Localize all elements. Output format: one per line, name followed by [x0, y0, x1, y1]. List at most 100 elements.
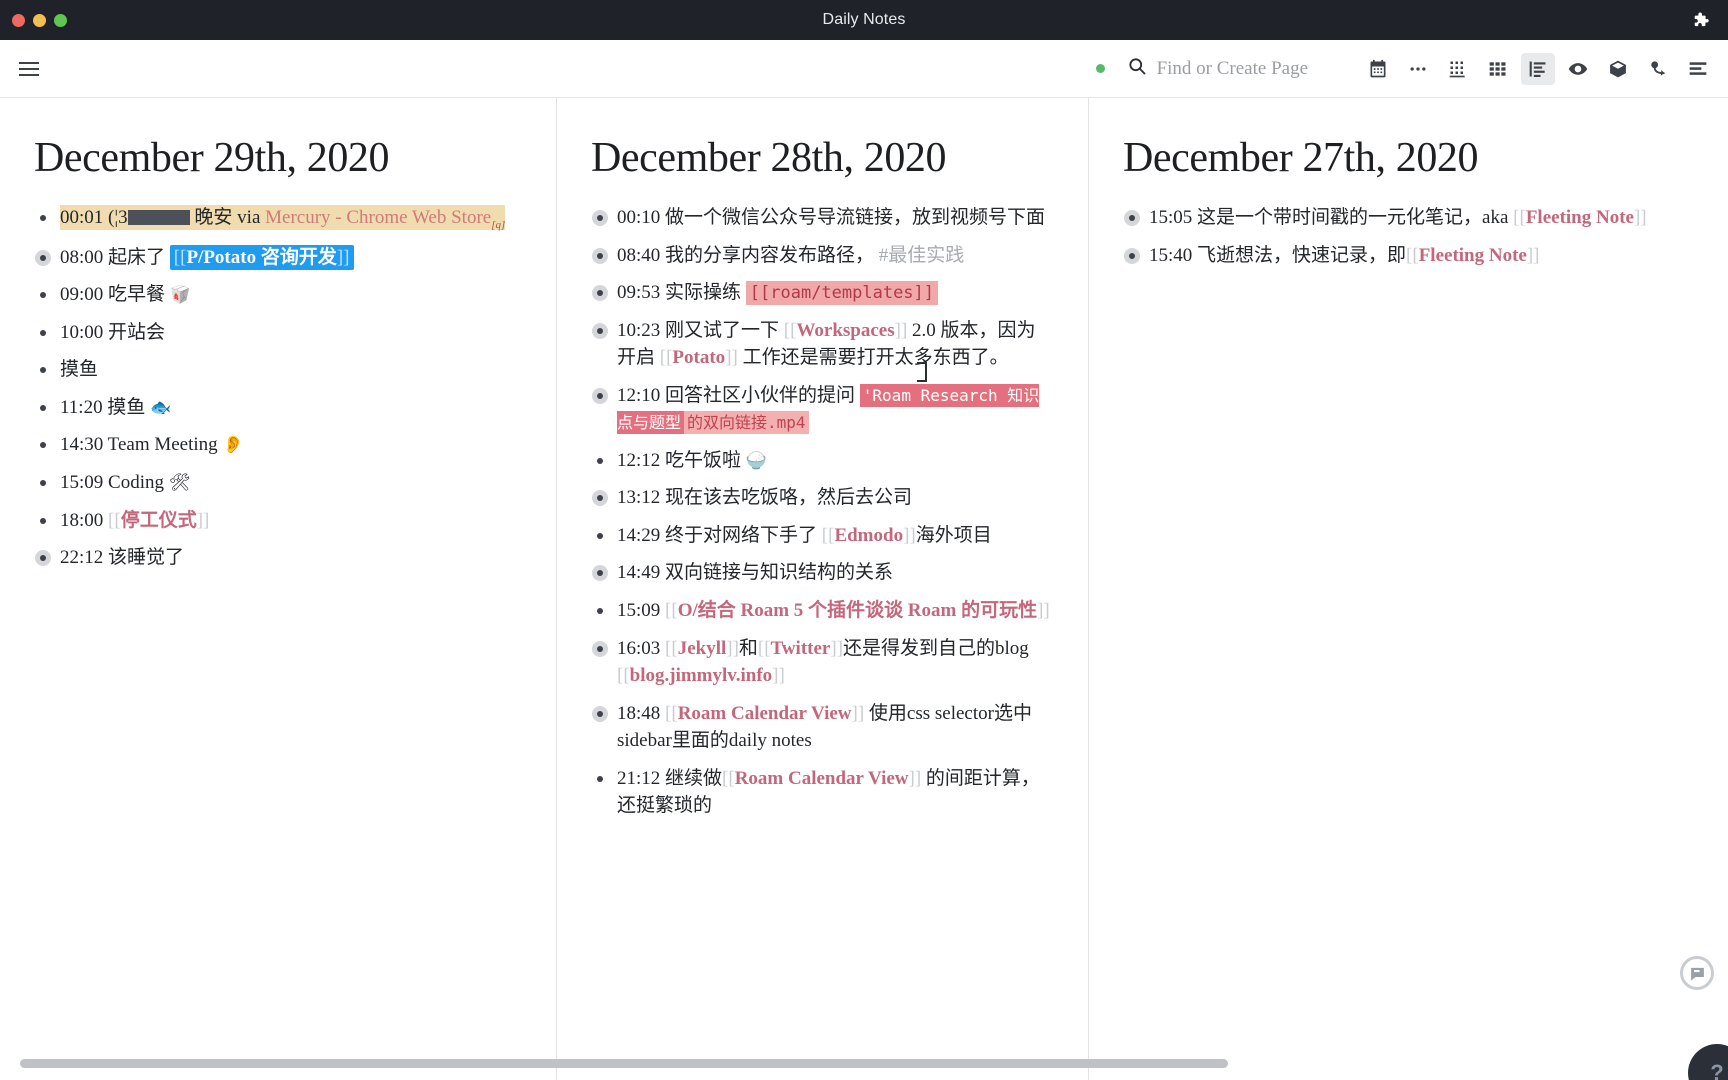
close-window-button[interactable]: [12, 13, 25, 27]
block-content[interactable]: 18:00 [[停工仪式]]: [60, 510, 209, 531]
page-reference-label[interactable]: blog.jimmylv.info: [630, 665, 773, 686]
bullet-collapsed-icon[interactable]: [592, 640, 608, 657]
bullet-icon[interactable]: [40, 442, 46, 449]
block-content[interactable]: 10:23 刚又试了一下 [[Workspaces]] 2.0 版本，因为开启 …: [617, 320, 1036, 369]
page-reference-label[interactable]: Fleeting Note: [1419, 245, 1527, 266]
block-content[interactable]: 21:12 继续做[[Roam Calendar View]] 的间距计算，还挺…: [617, 768, 1040, 817]
block-content[interactable]: 摸鱼: [60, 359, 98, 380]
page-title[interactable]: December 29th, 2020: [34, 134, 522, 182]
bullet-collapsed-icon[interactable]: [592, 387, 608, 404]
page-reference[interactable]: [[Roam Calendar View]]: [665, 703, 864, 724]
page-reference[interactable]: [[Fleeting Note]]: [1406, 245, 1539, 266]
page-reference-selected[interactable]: [[P/Potato 咨询开发]]: [169, 244, 354, 270]
outline-block[interactable]: 10:23 刚又试了一下 [[Workspaces]] 2.0 版本，因为开启 …: [591, 317, 1054, 372]
outline-block[interactable]: 14:49 双向链接与知识结构的关系: [591, 559, 1054, 587]
block-content[interactable]: 09:53 实际操练 [[roam/templates]]: [617, 281, 939, 306]
page-reference-label[interactable]: Fleeting Note: [1526, 207, 1634, 228]
page-reference[interactable]: [[Edmodo]]: [822, 525, 916, 546]
page-reference[interactable]: [[停工仪式]]: [108, 510, 209, 531]
outline-block[interactable]: 09:53 实际操练 [[roam/templates]]: [591, 279, 1054, 307]
outline-block[interactable]: 12:12 吃午饭啦 🍚: [591, 447, 1054, 475]
outline-block[interactable]: 10:00 开站会: [34, 319, 522, 347]
block-content[interactable]: 10:00 开站会: [60, 322, 165, 343]
block-content[interactable]: 12:12 吃午饭啦 🍚: [617, 450, 767, 471]
outline-block[interactable]: 13:12 现在该去吃饭咯，然后去公司: [591, 484, 1054, 512]
bullet-collapsed-icon[interactable]: [35, 249, 51, 266]
block-content[interactable]: 16:03 [[Jekyll]]和[[Twitter]]还是得发到自己的blog…: [617, 638, 1029, 687]
outline-block[interactable]: 18:48 [[Roam Calendar View]] 使用css selec…: [591, 700, 1054, 755]
calendar-icon[interactable]: [1361, 53, 1395, 85]
bullet-collapsed-icon[interactable]: [35, 550, 51, 567]
block-content[interactable]: 08:40 我的分享内容发布路径， #最佳实践: [617, 245, 964, 266]
grid-icon[interactable]: [1481, 53, 1515, 85]
page-reference[interactable]: [[Potato]]: [660, 347, 738, 368]
page-reference[interactable]: [[O/结合 Roam 5 个插件谈谈 Roam 的可玩性]]: [665, 600, 1050, 621]
page-title[interactable]: December 27th, 2020: [1123, 134, 1694, 182]
outline-block[interactable]: 16:03 [[Jekyll]]和[[Twitter]]还是得发到自己的blog…: [591, 635, 1054, 690]
page-reference-label[interactable]: 停工仪式: [121, 510, 197, 531]
path-icon[interactable]: [1641, 53, 1675, 85]
bullet-collapsed-icon[interactable]: [1124, 247, 1140, 264]
page-reference-label[interactable]: Potato: [672, 347, 725, 368]
window-controls[interactable]: [0, 13, 67, 27]
bullet-icon[interactable]: [40, 215, 46, 221]
page-title[interactable]: December 28th, 2020: [591, 134, 1054, 182]
outline-block[interactable]: 21:12 继续做[[Roam Calendar View]] 的间距计算，还挺…: [591, 765, 1054, 820]
outline-block[interactable]: 14:29 终于对网络下手了 [[Edmodo]]海外项目: [591, 522, 1054, 550]
bullet-icon[interactable]: [597, 532, 603, 539]
page-reference-label[interactable]: O/结合 Roam 5 个插件谈谈 Roam 的可玩性: [678, 600, 1037, 621]
inline-code[interactable]: [[roam/templates]]: [745, 281, 939, 306]
emoji-icon[interactable]: 🥡: [170, 285, 191, 305]
hamburger-icon[interactable]: [12, 52, 46, 86]
outline-block[interactable]: 22:12 该睡觉了: [34, 544, 522, 572]
redacted-block[interactable]: [127, 210, 190, 225]
outline-block[interactable]: 18:00 [[停工仪式]]: [34, 507, 522, 535]
page-reference-label[interactable]: Workspaces: [796, 320, 894, 341]
bullet-collapsed-icon[interactable]: [592, 247, 608, 264]
outline-block[interactable]: 15:09 Coding 🛠: [34, 469, 522, 497]
speech-bubble-icon[interactable]: [1680, 956, 1714, 990]
page-reference[interactable]: [[Roam Calendar View]]: [722, 768, 921, 789]
horizontal-scrollbar[interactable]: [20, 1059, 1228, 1068]
bullet-collapsed-icon[interactable]: [592, 490, 608, 507]
dotted-grid-icon[interactable]: [1441, 53, 1475, 85]
bullet-collapsed-icon[interactable]: [1124, 210, 1140, 226]
block-content[interactable]: 14:49 双向链接与知识结构的关系: [617, 562, 893, 583]
bullet-collapsed-icon[interactable]: [592, 705, 608, 722]
block-content[interactable]: 00:10 做一个微信公众号导流链接，放到视频号下面: [617, 207, 1045, 228]
block-content[interactable]: 13:12 现在该去吃饭咯，然后去公司: [617, 487, 912, 508]
block-content[interactable]: 08:00 起床了 [[P/Potato 咨询开发]]: [60, 244, 354, 270]
maximize-window-button[interactable]: [54, 13, 67, 27]
emoji-icon[interactable]: 👂: [222, 435, 243, 455]
outline-block[interactable]: 14:30 Team Meeting 👂: [34, 431, 522, 459]
bullet-icon[interactable]: [40, 404, 46, 411]
bullet-collapsed-icon[interactable]: [592, 285, 608, 302]
outline-block[interactable]: 15:09 [[O/结合 Roam 5 个插件谈谈 Roam 的可玩性]]: [591, 597, 1054, 625]
bullet-icon[interactable]: [597, 457, 603, 464]
search-input[interactable]: Find or Create Page: [1127, 56, 1308, 81]
block-content[interactable]: 22:12 该睡觉了: [60, 547, 184, 568]
page-reference[interactable]: [[Twitter]]: [758, 638, 843, 659]
dots-horizontal-icon[interactable]: [1401, 53, 1435, 85]
page-reference-label[interactable]: Roam Calendar View: [678, 703, 852, 724]
bullet-icon[interactable]: [40, 292, 46, 299]
block-content[interactable]: 12:10 回答社区小伙伴的提问 'Roam Research 知识点与题型 的双…: [617, 383, 1040, 435]
page-reference-label[interactable]: Edmodo: [834, 525, 903, 546]
external-link[interactable]: Mercury - Chrome Web Store: [265, 207, 491, 228]
block-content[interactable]: 14:29 终于对网络下手了 [[Edmodo]]海外项目: [617, 525, 992, 546]
outline-block[interactable]: 00:01 (¦3 晚安 via Mercury - Chrome Web St…: [34, 204, 522, 234]
block-content[interactable]: 15:40 飞逝想法，快速记录，即[[Fleeting Note]]: [1149, 245, 1540, 266]
emoji-icon[interactable]: 🛠: [169, 473, 191, 493]
bullet-collapsed-icon[interactable]: [592, 210, 608, 226]
hashtag[interactable]: #最佳实践: [879, 245, 965, 266]
outline-block[interactable]: 09:00 吃早餐 🥡: [34, 281, 522, 309]
bullet-collapsed-icon[interactable]: [592, 565, 608, 582]
page-reference[interactable]: [[Jekyll]]: [665, 638, 739, 659]
bullet-icon[interactable]: [40, 480, 46, 487]
page-reference[interactable]: [[blog.jimmylv.info]]: [617, 665, 785, 686]
page-reference[interactable]: [[Fleeting Note]]: [1513, 207, 1646, 228]
page-reference[interactable]: [[Workspaces]]: [784, 320, 908, 341]
block-content[interactable]: 15:05 这是一个带时间戳的一元化笔记，aka [[Fleeting Note…: [1149, 207, 1647, 228]
emoji-icon[interactable]: 🍚: [746, 451, 767, 471]
menu-icon[interactable]: [1681, 53, 1715, 85]
